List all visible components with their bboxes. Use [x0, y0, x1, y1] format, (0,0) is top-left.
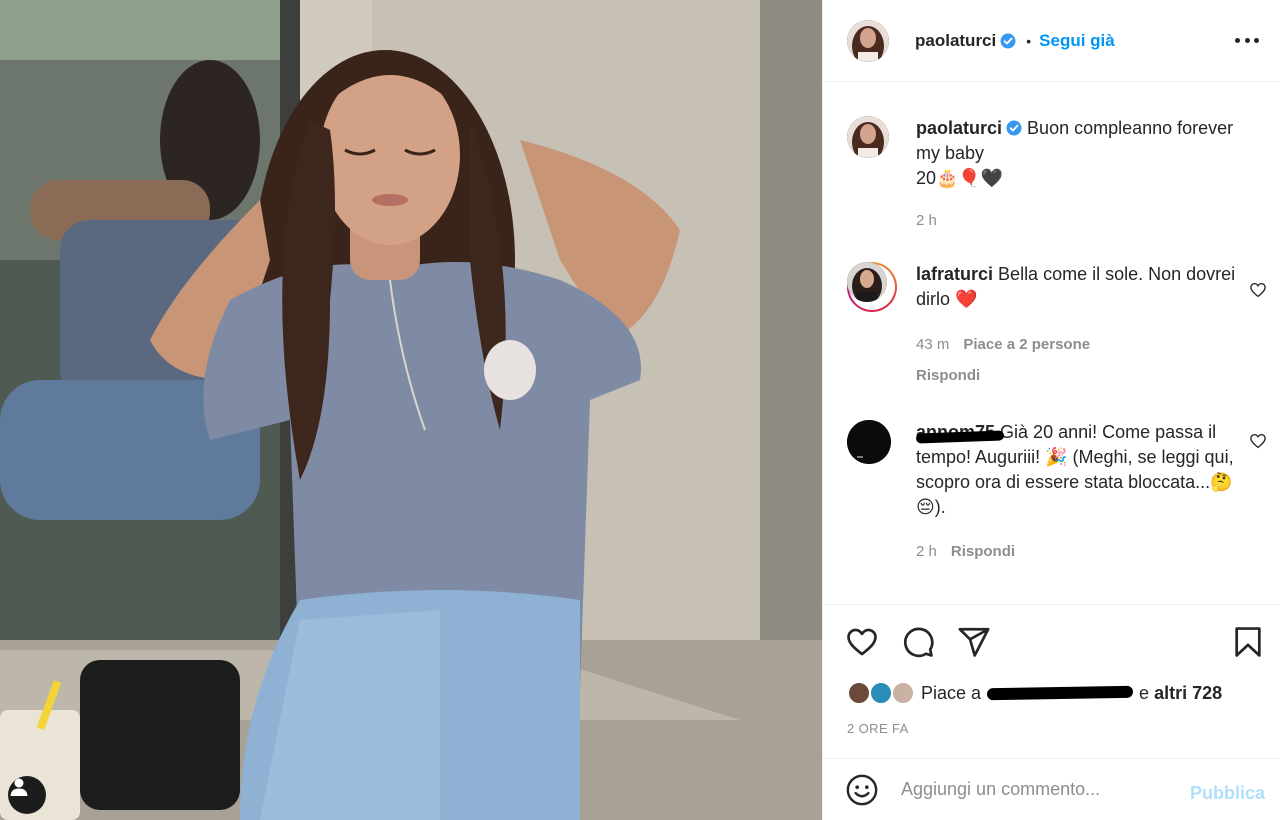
header-separator: • — [1026, 32, 1032, 49]
share-icon — [958, 627, 990, 657]
comment-icon — [904, 627, 934, 658]
liker-avatar — [891, 681, 915, 705]
likes-connector: e — [1139, 682, 1150, 703]
post-side-panel: paolaturci • Segui già paolaturci Buon c… — [822, 0, 1280, 820]
verified-badge-icon — [1000, 33, 1016, 48]
story-ring-avatar[interactable] — [847, 262, 897, 312]
comment-time[interactable]: 43 m — [916, 332, 949, 357]
comment-time[interactable]: 2 h — [916, 539, 937, 564]
liker-avatar — [847, 681, 871, 705]
author-avatar-image — [847, 19, 889, 62]
caption-avatar[interactable] — [847, 116, 889, 158]
comment-like-heart-icon[interactable] — [1249, 281, 1267, 299]
caption-text-line1: Buon compleanno forever — [1027, 118, 1234, 138]
like-button[interactable] — [845, 625, 879, 659]
comment-input[interactable] — [901, 779, 1171, 800]
comment-item: annom75 Già 20 anni! Come passa il tempo… — [847, 420, 1267, 560]
likes-summary[interactable]: Piace a e altri 728 — [847, 681, 1222, 705]
comment-username[interactable]: annom75 — [915, 422, 1005, 444]
heart-icon — [847, 628, 877, 656]
comment-likes-count[interactable]: Piace a 2 persone — [963, 332, 1090, 357]
user-tag-icon — [10, 778, 28, 796]
liker-avatar — [869, 681, 893, 705]
more-options-icon[interactable] — [1235, 30, 1259, 50]
caption-text-line3: 20🎂🎈🖤 — [916, 168, 1004, 188]
caption-avatar-image — [847, 116, 889, 158]
commenter-avatar-image — [847, 262, 887, 302]
post-caption: paolaturci Buon compleanno forever my ba… — [847, 116, 1267, 246]
author-username[interactable]: paolaturci — [915, 31, 996, 51]
follow-button[interactable]: Segui già — [1039, 31, 1115, 51]
post-photo[interactable] — [0, 0, 822, 820]
comment-button[interactable] — [901, 625, 935, 659]
post-image-illustration — [0, 0, 822, 820]
comment-like-heart-icon[interactable] — [1249, 432, 1267, 450]
commenter-avatar — [847, 262, 887, 302]
author-avatar[interactable] — [847, 19, 889, 62]
likes-others-count[interactable]: altri 728 — [1154, 683, 1222, 704]
reply-button[interactable]: Rispondi — [951, 539, 1015, 564]
comment-username[interactable]: lafraturci — [916, 264, 993, 284]
comments-list[interactable]: paolaturci Buon compleanno forever my ba… — [823, 82, 1280, 604]
liker-name-redaction — [986, 685, 1134, 701]
post-header: paolaturci • Segui già — [823, 0, 1280, 82]
commenter-avatar[interactable] — [847, 420, 891, 464]
commenter-avatar-image — [847, 420, 891, 464]
reply-button[interactable]: Rispondi — [916, 363, 1236, 388]
post-timestamp[interactable]: 2 ORE FA — [847, 721, 909, 736]
caption-username[interactable]: paolaturci — [916, 118, 1002, 138]
caption-time[interactable]: 2 h — [916, 208, 937, 233]
likers-avatars — [847, 681, 917, 705]
caption-text-line2: my baby — [916, 143, 985, 163]
post-actions: Piace a e altri 728 2 ORE FA — [823, 604, 1280, 758]
verified-badge-icon — [1006, 120, 1022, 136]
emoji-icon[interactable] — [845, 773, 879, 807]
bookmark-icon[interactable] — [1231, 625, 1265, 659]
comment-composer: Pubblica — [823, 758, 1280, 820]
user-tag-button[interactable] — [8, 776, 46, 814]
publish-button[interactable]: Pubblica — [1190, 783, 1265, 804]
share-button[interactable] — [957, 625, 991, 659]
comment-item: lafraturci Bella come il sole. Non dovre… — [847, 262, 1267, 392]
likes-prefix: Piace a — [921, 682, 982, 703]
